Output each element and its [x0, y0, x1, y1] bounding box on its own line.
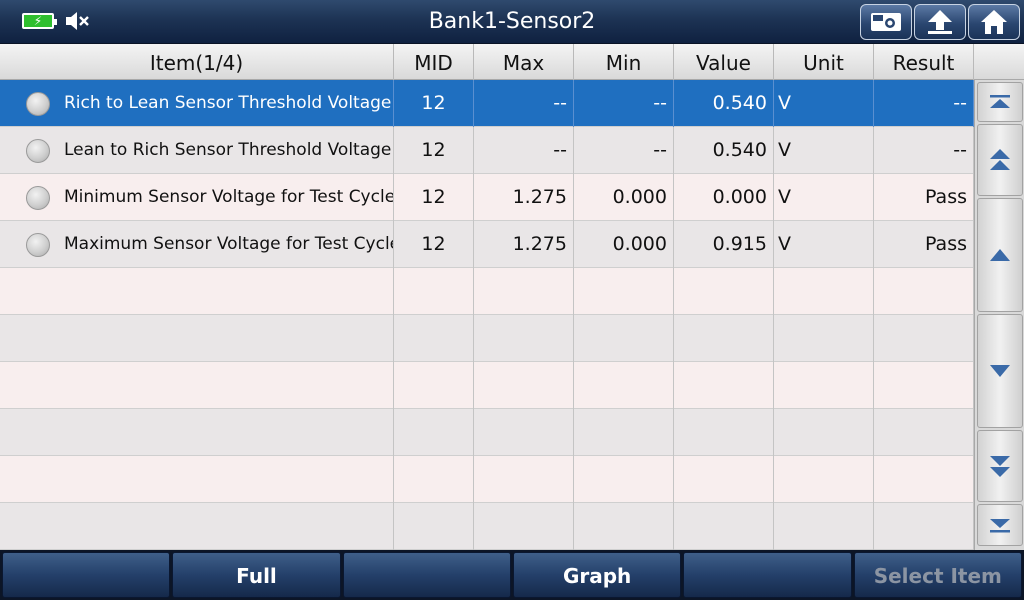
- scrollbar[interactable]: [974, 80, 1024, 550]
- column-header-value: Value: [674, 44, 774, 80]
- screenshot-button[interactable]: [860, 4, 912, 40]
- up-arrow-icon: [928, 10, 952, 34]
- column-header-item: Item(1/4): [0, 44, 394, 80]
- radio-button-icon[interactable]: [26, 186, 50, 210]
- table-row[interactable]: Maximum Sensor Voltage for Test Cycle 12…: [0, 221, 974, 268]
- column-header-max: Max: [474, 44, 574, 80]
- function-button-1[interactable]: [2, 552, 171, 598]
- empty-row: [0, 315, 974, 362]
- row-mid: 12: [394, 127, 474, 174]
- row-result: Pass: [874, 221, 974, 268]
- radio-button-icon[interactable]: [26, 233, 50, 257]
- chevron-up-icon: [990, 249, 1010, 261]
- scroll-up-button[interactable]: [977, 198, 1023, 312]
- scroll-bottom-button[interactable]: [977, 504, 1023, 546]
- scroll-to-bottom-icon: [990, 519, 1010, 533]
- row-min: --: [574, 80, 674, 127]
- function-button-5[interactable]: [683, 552, 852, 598]
- select-item-button[interactable]: Select Item: [853, 552, 1022, 598]
- row-min: 0.000: [574, 221, 674, 268]
- row-min: --: [574, 127, 674, 174]
- row-item-cell: Maximum Sensor Voltage for Test Cycle: [0, 221, 394, 268]
- scroll-top-button[interactable]: [977, 82, 1023, 122]
- home-icon: [981, 10, 1007, 34]
- page-up-button[interactable]: [977, 124, 1023, 196]
- empty-row: [0, 503, 974, 550]
- double-chevron-down-icon: [990, 456, 1010, 477]
- row-unit: V: [774, 174, 874, 221]
- empty-row: [0, 456, 974, 503]
- column-header-blank: [974, 44, 1024, 80]
- row-result: --: [874, 80, 974, 127]
- function-button-3[interactable]: [342, 552, 511, 598]
- camera-icon: [871, 13, 901, 31]
- data-table: Item(1/4) MID Max Min Value Unit Result …: [0, 44, 1024, 550]
- row-unit: V: [774, 127, 874, 174]
- row-result: --: [874, 127, 974, 174]
- column-header-result: Result: [874, 44, 974, 80]
- function-bar: Full Graph Select Item: [0, 550, 1024, 600]
- row-mid: 12: [394, 80, 474, 127]
- row-item-label: Maximum Sensor Voltage for Test Cycle: [64, 234, 394, 254]
- row-max: 1.275: [474, 221, 574, 268]
- chevron-down-icon: [990, 365, 1010, 377]
- home-button[interactable]: [968, 4, 1020, 40]
- table-row[interactable]: Rich to Lean Sensor Threshold Voltage 12…: [0, 80, 974, 127]
- column-header-unit: Unit: [774, 44, 874, 80]
- page-down-button[interactable]: [977, 430, 1023, 502]
- full-button[interactable]: Full: [172, 552, 341, 598]
- row-value: 0.000: [674, 174, 774, 221]
- empty-row: [0, 409, 974, 456]
- table-row[interactable]: Lean to Rich Sensor Threshold Voltage 12…: [0, 127, 974, 174]
- row-value: 0.540: [674, 127, 774, 174]
- row-value: 0.540: [674, 80, 774, 127]
- scroll-down-button[interactable]: [977, 314, 1023, 428]
- title-bar: ⚡ Bank1-Sensor2: [0, 0, 1024, 44]
- empty-row: [0, 362, 974, 409]
- row-item-cell: Lean to Rich Sensor Threshold Voltage: [0, 127, 394, 174]
- column-header-min: Min: [574, 44, 674, 80]
- scroll-to-top-icon: [990, 95, 1010, 108]
- row-result: Pass: [874, 174, 974, 221]
- row-item-label: Minimum Sensor Voltage for Test Cycle: [64, 187, 394, 207]
- row-max: --: [474, 127, 574, 174]
- row-item-label: Lean to Rich Sensor Threshold Voltage: [64, 140, 392, 160]
- double-chevron-up-icon: [990, 149, 1010, 170]
- graph-button[interactable]: Graph: [512, 552, 682, 598]
- row-mid: 12: [394, 174, 474, 221]
- row-item-label: Rich to Lean Sensor Threshold Voltage: [64, 93, 392, 113]
- row-min: 0.000: [574, 174, 674, 221]
- row-unit: V: [774, 80, 874, 127]
- row-max: --: [474, 80, 574, 127]
- radio-button-icon[interactable]: [26, 92, 50, 116]
- row-max: 1.275: [474, 174, 574, 221]
- column-header-mid: MID: [394, 44, 474, 80]
- table-row[interactable]: Minimum Sensor Voltage for Test Cycle 12…: [0, 174, 974, 221]
- empty-row: [0, 268, 974, 315]
- row-unit: V: [774, 221, 874, 268]
- table-header: Item(1/4) MID Max Min Value Unit Result: [0, 44, 1024, 80]
- row-item-cell: Minimum Sensor Voltage for Test Cycle: [0, 174, 394, 221]
- row-item-cell: Rich to Lean Sensor Threshold Voltage: [0, 80, 394, 127]
- row-mid: 12: [394, 221, 474, 268]
- radio-button-icon[interactable]: [26, 139, 50, 163]
- back-button[interactable]: [914, 4, 966, 40]
- row-value: 0.915: [674, 221, 774, 268]
